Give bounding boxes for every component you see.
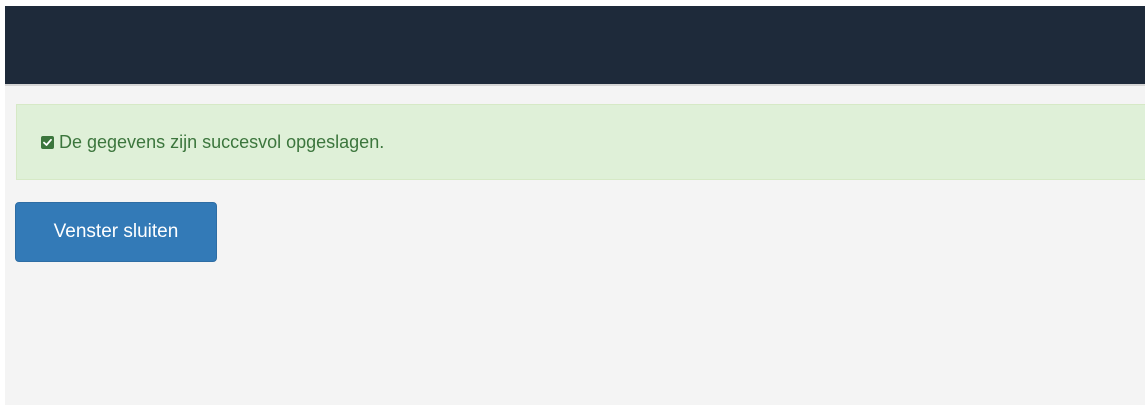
- check-square-icon: [41, 135, 54, 149]
- top-navbar: [5, 6, 1145, 86]
- success-message: De gegevens zijn succesvol opgeslagen.: [59, 131, 385, 152]
- success-alert: De gegevens zijn succesvol opgeslagen.: [16, 104, 1145, 180]
- close-window-button[interactable]: Venster sluiten: [15, 202, 217, 262]
- page-frame: De gegevens zijn succesvol opgeslagen. V…: [5, 6, 1145, 405]
